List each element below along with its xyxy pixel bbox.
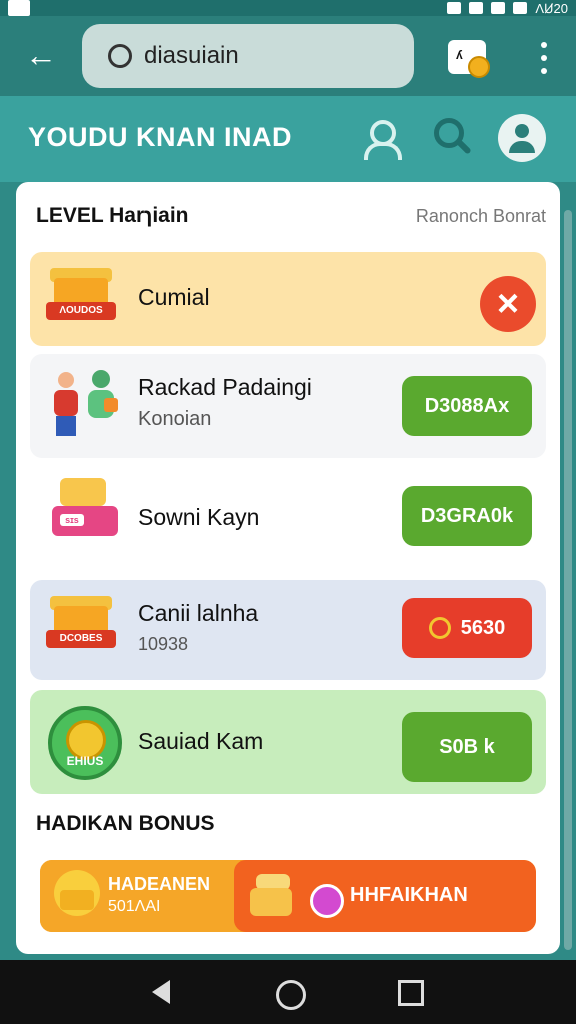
user-button[interactable] — [360, 114, 406, 160]
bonus-right[interactable]: HHFAIKHAN — [234, 860, 536, 932]
avatar[interactable] — [498, 114, 546, 162]
row-1[interactable]: ɅOUDOS Cumial × — [30, 252, 546, 346]
search-field[interactable]: diasuiain — [82, 24, 414, 88]
coin-icon — [468, 56, 490, 78]
avatar-icon — [515, 124, 529, 138]
row-subtitle: Konoian — [138, 408, 212, 430]
settings-icon — [447, 2, 462, 14]
row-subtitle: 10938 — [138, 634, 189, 654]
wifi-icon — [469, 2, 484, 14]
bonus-right-title: HHFAIKHAN — [350, 884, 468, 906]
gift-ribbon: ɅOUDOS — [46, 302, 116, 320]
box-icon: sɪs — [48, 476, 122, 542]
box-top — [60, 478, 106, 506]
more-dot — [541, 68, 547, 74]
page-title: YOUDU KNAN INAD — [28, 122, 292, 152]
bonus-left-title: HADEANEN — [108, 874, 211, 894]
close-button[interactable]: × — [480, 276, 536, 332]
nav-home-icon[interactable] — [276, 980, 306, 1010]
row-action-label: 5630 — [460, 616, 506, 639]
close-icon: × — [496, 283, 520, 325]
row-title: Sowni Kayn — [138, 504, 260, 530]
search-handle — [456, 139, 472, 155]
wallet-badge-text: ʎ — [456, 48, 463, 62]
scrollbar[interactable] — [564, 210, 572, 950]
avatar-body — [509, 141, 535, 153]
search-icon — [108, 44, 132, 68]
more-button[interactable] — [540, 42, 548, 74]
people-icon — [52, 368, 122, 440]
row-3[interactable]: sɪs Sowni Kayn D3GRA0k — [30, 466, 546, 570]
header-search-button[interactable] — [428, 114, 474, 160]
person-legs — [56, 416, 76, 436]
row-5[interactable]: EHIUS Sauiad Kam S0B k — [30, 690, 546, 794]
row-4[interactable]: DCOBES Canii lalnha 10938 5630 — [30, 580, 546, 680]
person-head — [58, 372, 74, 388]
notification-icon — [8, 0, 30, 16]
row-action-button[interactable]: D3GRA0k — [402, 486, 532, 546]
row-title: Sauiad Kam — [138, 728, 264, 754]
more-dot — [541, 55, 547, 61]
back-button[interactable]: ← — [24, 38, 58, 72]
more-dot — [541, 42, 547, 48]
levels-panel: LEVEL Harɿiain Ranonch Bonrat ɅOUDOS Cum… — [16, 182, 560, 954]
row-title: Canii lalnha — [138, 600, 259, 626]
status-bar: ɅꞸ20 — [0, 0, 576, 16]
bag-icon — [104, 398, 118, 412]
coin-text: EHIUS — [66, 754, 104, 768]
person-icon — [52, 372, 80, 436]
status-right: ɅꞸ20 — [447, 0, 568, 17]
treasure-box — [250, 888, 292, 916]
header: YOUDU KNAN INAD — [0, 96, 576, 182]
user-icon-body — [364, 142, 402, 160]
gem-icon — [310, 884, 344, 918]
level-right-link[interactable]: Ranonch Bonrat — [416, 206, 546, 227]
box-tag: sɪs — [60, 514, 84, 526]
level-title: LEVEL Harɿiain — [36, 204, 189, 227]
row-action-button[interactable]: 5630 — [402, 598, 532, 658]
battery-icon — [513, 2, 528, 14]
row-title: Cumial — [138, 284, 210, 310]
coin-icon — [428, 617, 451, 639]
coin-icon: EHIUS — [48, 706, 122, 780]
gift-icon: DCOBES — [46, 596, 118, 652]
system-nav-bar — [0, 960, 576, 1024]
nav-recents-icon[interactable] — [398, 980, 424, 1006]
status-time: ɅꞸ20 — [535, 1, 568, 16]
section-title: HADIKAN BONUS — [36, 812, 215, 835]
toolbar: ← diasuiain ʎ — [0, 16, 576, 96]
row-action-button[interactable]: S0B k — [402, 712, 532, 782]
search-value: diasuiain — [144, 42, 239, 69]
row-2[interactable]: Rackad Padaingi Konoian D3088Ax — [30, 354, 546, 458]
bonus-left-sub: 501ɅAI — [108, 898, 161, 915]
nav-back-icon[interactable] — [152, 980, 170, 1004]
bonus-left[interactable]: HADEANEN 501ɅAI — [40, 860, 240, 932]
box-icon — [60, 890, 94, 910]
sun-icon — [54, 870, 100, 916]
row-action-button[interactable]: D3088Ax — [402, 376, 532, 436]
panel-header: LEVEL Harɿiain Ranonch Bonrat — [36, 204, 546, 234]
arrow-left-icon: ← — [25, 37, 57, 73]
person-body — [54, 390, 78, 416]
person-head — [92, 370, 110, 388]
person-icon — [84, 370, 118, 434]
row-title: Rackad Padaingi — [138, 374, 312, 400]
treasure-icon — [250, 874, 296, 918]
wallet-button[interactable]: ʎ — [448, 40, 490, 78]
bonus-bar[interactable]: HADEANEN 501ɅAI HHFAIKHAN — [40, 860, 536, 932]
signal-icon — [491, 2, 506, 14]
gift-icon: ɅOUDOS — [46, 268, 118, 324]
gift-ribbon: DCOBES — [46, 630, 116, 648]
